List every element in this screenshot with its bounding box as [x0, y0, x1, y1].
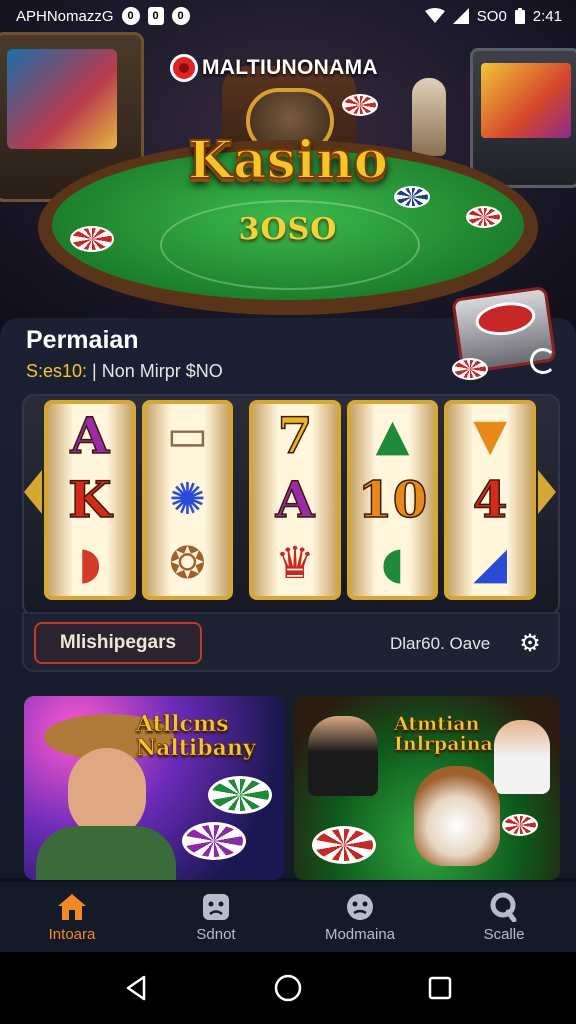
subtitle-highlight: S:es10:	[26, 361, 88, 381]
face-icon	[203, 893, 229, 920]
chip-icon	[502, 814, 538, 836]
home-icon	[58, 893, 86, 920]
slot-symbol: ▼	[473, 410, 508, 461]
nav-label-sdnot: Sdnot	[196, 925, 236, 943]
nav-label-scalle: Scalle	[483, 925, 525, 943]
back-triangle-icon	[126, 975, 146, 1001]
slot-reel: ▲ 10 ◖	[346, 400, 439, 600]
signal-icon	[452, 8, 469, 24]
section-subtitle: S:es10: | Non Mirpr $NO	[26, 361, 223, 382]
hero-banner[interactable]: MALTIUNONAMA Kasino 3OSO	[0, 0, 576, 330]
subtitle-rest: | Non Mirpr $NO	[87, 361, 223, 381]
slot-symbol: 7	[277, 405, 313, 466]
chip-icon	[312, 826, 376, 864]
chip-icon	[182, 822, 246, 860]
search-icon	[490, 892, 517, 922]
smiley-icon	[347, 893, 373, 920]
hero-title: Kasino	[187, 129, 389, 192]
recents-button[interactable]	[420, 968, 460, 1008]
slot-symbol: ❂	[168, 538, 206, 589]
slot-symbol: ◢	[473, 538, 508, 589]
recents-square-icon	[428, 976, 452, 1000]
slot-symbol: ✺	[168, 474, 206, 525]
slot-symbol: A	[275, 469, 315, 530]
promo-left-title-line1: Atllcms	[136, 711, 229, 737]
refresh-icon[interactable]	[530, 348, 556, 374]
nav-item-home[interactable]: Intoara	[0, 882, 144, 952]
wifi-icon	[424, 8, 445, 23]
nav-label-home: Intoara	[48, 925, 96, 943]
slot-symbol: 10	[357, 469, 428, 530]
chip-icon	[208, 776, 272, 814]
notification-icon: 0	[147, 7, 164, 25]
section-title: Permaian	[26, 326, 139, 354]
slot-symbol: ▭	[166, 410, 209, 461]
chip-icon	[452, 358, 488, 380]
status-bar: APHNomazzG 0 0 0 SO0 2:41	[0, 0, 576, 32]
slot-reel: ▭ ✺ ❂	[141, 400, 234, 600]
promo-left-title-line2: Naltibany	[136, 735, 256, 761]
arrow-left-icon	[24, 470, 42, 514]
nav-item-scalle[interactable]: Scalle	[432, 882, 576, 952]
slot-symbol: A	[70, 405, 110, 466]
bottom-nav: Intoara Sdnot Modmaina Scalle	[0, 882, 576, 952]
arrow-right-icon	[538, 470, 556, 514]
slot-status-text: Dlar60. Oave	[390, 634, 491, 653]
back-button[interactable]	[116, 968, 156, 1008]
players-illustration	[494, 720, 550, 794]
slot-reel: A K ◗	[44, 400, 136, 600]
players-illustration	[308, 716, 378, 796]
promo-right-title: Atmtian Inlrpaina	[394, 713, 493, 755]
slot-symbol: ◗	[78, 538, 102, 589]
multiplayer-button[interactable]: Mlishipegars	[34, 622, 202, 664]
slot-reel: ▼ 4 ◢	[444, 400, 536, 600]
chip-icon	[342, 94, 378, 116]
hero-amount: 3OSO	[238, 212, 338, 247]
status-signal-text: SO0	[476, 7, 507, 25]
slot-symbol: ▲	[375, 410, 410, 461]
brand-header: MALTIUNONAMA	[170, 54, 378, 82]
nav-item-modmaina[interactable]: Modmaina	[288, 882, 432, 952]
promo-right-title-line1: Atmtian	[394, 713, 480, 735]
nav-label-modmaina: Modmaina	[324, 925, 396, 943]
battery-icon	[514, 8, 525, 24]
slot-symbol: 4	[472, 469, 508, 530]
promo-card-left[interactable]: Atllcms Naltibany	[24, 696, 284, 880]
slot-reel: 7 A ♛	[249, 400, 341, 600]
promo-left-title: Atllcms Naltibany	[136, 711, 256, 761]
notification-icon: 0	[171, 7, 190, 25]
status-app-text: APHNomazzG	[16, 7, 114, 25]
slot-symbol: ♛	[275, 538, 315, 589]
slot-reels[interactable]: A K ◗ ▭ ✺ ❂ 7 A ♛ ▲ 10 ◖ ▼ 4 ◢	[44, 400, 536, 600]
brand-logo-icon	[170, 54, 198, 82]
slot-symbol: K	[67, 469, 112, 530]
dog-mascot-illustration	[414, 766, 500, 866]
system-nav-bar	[0, 952, 576, 1024]
promo-right-title-line2: Inlrpaina	[394, 733, 493, 755]
brand-name: MALTIUNONAMA	[202, 56, 378, 79]
nav-item-sdnot[interactable]: Sdnot	[144, 882, 288, 952]
settings-gear-icon[interactable]: ⚙	[516, 630, 544, 658]
notification-icon: 0	[121, 7, 140, 25]
home-circle-icon	[274, 974, 302, 1002]
slot-symbol: ◖	[380, 538, 405, 589]
status-time: 2:41	[532, 7, 562, 25]
home-button[interactable]	[268, 968, 308, 1008]
promo-card-right[interactable]: Atmtian Inlrpaina	[294, 696, 560, 880]
